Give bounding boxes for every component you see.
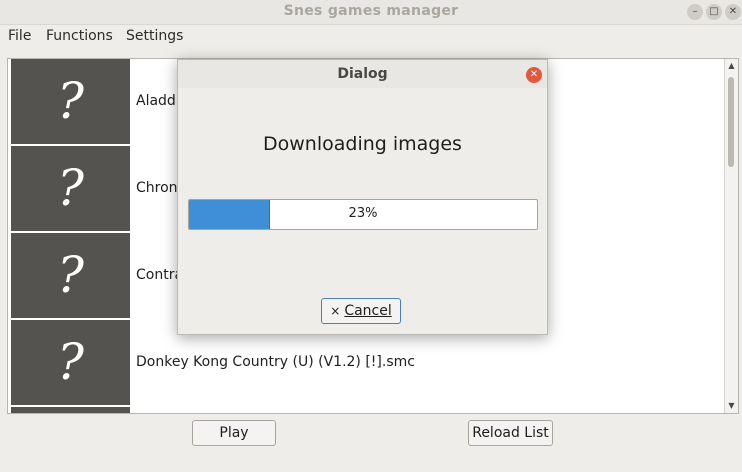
list-item[interactable]	[8, 407, 721, 413]
progress-text: 23%	[348, 206, 378, 221]
menubar: File Functions Settings	[0, 25, 742, 48]
minimize-icon[interactable]: –	[687, 4, 703, 20]
game-title: Contra	[136, 267, 184, 283]
close-icon[interactable]: ✕	[725, 4, 741, 20]
dialog-title: Dialog	[337, 66, 388, 82]
play-button[interactable]: Play	[192, 420, 276, 446]
scroll-up-icon[interactable]: ▲	[725, 59, 738, 73]
menu-file[interactable]: File	[8, 28, 31, 44]
placeholder-thumbnail: ?	[11, 320, 130, 405]
scroll-down-icon[interactable]: ▼	[725, 399, 738, 413]
menu-functions[interactable]: Functions	[46, 28, 113, 44]
dialog-close-icon[interactable]: ✕	[526, 67, 542, 83]
placeholder-thumbnail	[11, 407, 130, 413]
window-titlebar: Snes games manager – □ ✕	[0, 0, 742, 25]
download-progress-bar: 23%	[188, 199, 538, 230]
game-title: Chron	[136, 180, 178, 196]
scrollbar-thumb[interactable]	[728, 77, 734, 167]
placeholder-thumbnail: ?	[11, 233, 130, 318]
vertical-scrollbar[interactable]: ▲ ▼	[724, 59, 738, 413]
placeholder-thumbnail: ?	[11, 59, 130, 144]
cancel-label: Cancel	[344, 303, 392, 319]
dialog-titlebar: Dialog ✕	[178, 60, 547, 88]
cancel-icon: ×	[330, 304, 341, 318]
placeholder-thumbnail: ?	[11, 146, 130, 231]
reload-list-button[interactable]: Reload List	[468, 420, 553, 446]
cancel-button[interactable]: × Cancel	[321, 298, 401, 324]
dialog-message: Downloading images	[263, 133, 462, 155]
game-title: Donkey Kong Country (U) (V1.2) [!].smc	[136, 354, 415, 370]
download-dialog: Dialog ✕ Downloading images 23% × Cancel	[177, 59, 548, 335]
menu-settings[interactable]: Settings	[126, 28, 183, 44]
window-title: Snes games manager	[283, 3, 459, 19]
maximize-icon[interactable]: □	[706, 4, 722, 20]
